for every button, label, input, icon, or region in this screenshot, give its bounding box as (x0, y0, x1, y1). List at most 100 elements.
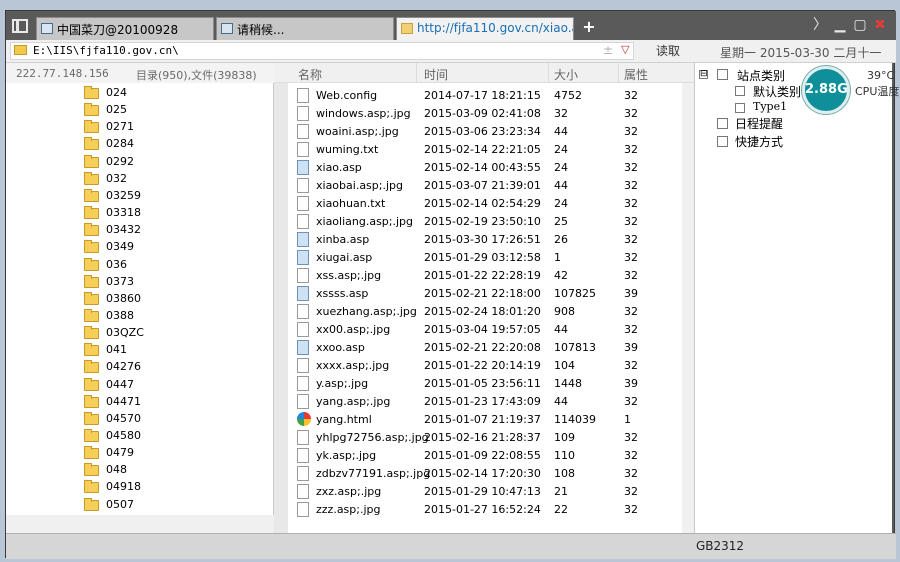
file-row[interactable]: yang.asp;.jpg 2015-01-23 17:43:09 44 32 (274, 393, 682, 411)
file-icon (297, 88, 309, 103)
file-row[interactable]: zxz.asp;.jpg 2015-01-29 10:47:13 21 32 (274, 483, 682, 501)
clock-icon (717, 118, 728, 129)
file-attr: 32 (624, 143, 638, 156)
file-row[interactable]: xinba.asp 2015-03-30 17:26:51 26 32 (274, 231, 682, 249)
collapse-icon[interactable]: ⊟ (699, 70, 708, 79)
file-attr: 32 (624, 233, 638, 246)
folder-icon (84, 480, 99, 494)
file-attr: 32 (624, 467, 638, 480)
file-row[interactable]: xiaobai.asp;.jpg 2015-03-07 21:39:01 44 32 (274, 177, 682, 195)
tree-label: Type1 (753, 100, 788, 113)
file-row[interactable]: windows.asp;.jpg 2015-03-09 02:41:08 32 32 (274, 105, 682, 123)
file-attr: 32 (624, 179, 638, 192)
close-button[interactable]: ✖ (872, 17, 888, 33)
window-icon (221, 23, 233, 34)
column-size[interactable]: 大小 (554, 66, 578, 83)
page-icon (735, 86, 745, 96)
file-time: 2015-02-21 22:18:00 (424, 287, 541, 300)
file-row[interactable]: xiaoliang.asp;.jpg 2015-02-19 23:50:10 25 3… (274, 213, 682, 231)
column-name[interactable]: 名称 (298, 66, 322, 83)
file-icon (297, 214, 309, 229)
file-row[interactable]: yk.asp;.jpg 2015-01-09 22:08:55 110 32 (274, 447, 682, 465)
path-text: E:\IIS\fjfa110.gov.cn\ (33, 44, 179, 57)
horizontal-scrollbar[interactable] (6, 515, 274, 533)
file-row[interactable]: xuezhang.asp;.jpg 2015-02-24 18:01:20 908 3… (274, 303, 682, 321)
column-attr[interactable]: 属性 (624, 66, 648, 83)
file-time: 2015-01-07 21:19:37 (424, 413, 541, 426)
file-icon (297, 268, 309, 283)
new-tab-button[interactable]: + (580, 17, 598, 37)
path-input[interactable]: E:\IIS\fjfa110.gov.cn\ ± ▽ (10, 42, 634, 60)
read-button[interactable]: 读取 (642, 42, 694, 60)
folder-name: 048 (106, 463, 127, 477)
file-name: xinba.asp (316, 233, 370, 246)
file-row[interactable]: zdbzv77191.asp;.jpg 2015-02-14 17:20:30 10… (274, 465, 682, 483)
file-rows: Web.config 2014-07-17 18:21:15 4752 32 windo… (274, 87, 682, 527)
tree-label: 快捷方式 (735, 135, 784, 149)
chevron-right-icon[interactable]: 〉 (812, 17, 828, 33)
folder-icon (401, 23, 413, 34)
dropdown-arrow-icon[interactable]: ▽ (621, 43, 629, 56)
file-row[interactable]: xiao.asp 2015-02-14 00:43:55 24 32 (274, 159, 682, 177)
folder-icon (84, 429, 99, 442)
folder-icon (84, 394, 99, 408)
folder-icon (84, 411, 99, 425)
file-row[interactable]: xx00.asp;.jpg 2015-03-04 19:57:05 44 32 (274, 321, 682, 339)
folder-icon (84, 188, 99, 202)
file-attr: 39 (624, 341, 638, 354)
file-time: 2015-02-14 00:43:55 (424, 161, 541, 174)
tab-label: http://fjfa110.gov.cn/xiao.asp (417, 21, 573, 35)
site-tree-panel: ⊟ 站点类别 默认类别 Type1 日程提醒 快捷方式 2.88G 39°C C… (694, 63, 899, 533)
file-row[interactable]: xiugai.asp 2015-01-29 03:12:58 1 32 (274, 249, 682, 267)
asp-file-icon (297, 160, 309, 175)
file-time: 2015-01-29 03:12:58 (424, 251, 541, 264)
column-divider[interactable] (416, 63, 417, 83)
file-row[interactable]: xiaohuan.txt 2015-02-14 02:54:29 24 32 (274, 195, 682, 213)
file-row[interactable]: Web.config 2014-07-17 18:21:15 4752 32 (274, 87, 682, 105)
file-row[interactable]: yang.html 2015-01-07 21:19:37 114039 1 (274, 411, 682, 429)
file-icon (297, 448, 309, 463)
minimize-button[interactable]: ▁ (832, 17, 848, 33)
folder-icon (84, 240, 99, 254)
folder-name: 03860 (106, 291, 141, 305)
folder-name: 025 (106, 103, 127, 117)
tab-loading[interactable]: 请稍候... (216, 17, 394, 40)
file-icon (297, 502, 309, 517)
folder-icon (84, 257, 99, 271)
folder-icon (84, 137, 99, 151)
maximize-button[interactable]: ▢ (852, 17, 868, 33)
tab-label: 请稍候... (237, 23, 285, 37)
file-time: 2014-07-17 18:21:15 (424, 89, 541, 102)
file-row[interactable]: zzz.asp;.jpg 2015-01-27 16:52:24 22 32 (274, 501, 682, 519)
file-size: 4752 (554, 89, 582, 102)
encoding-indicator[interactable]: GB2312 (696, 539, 744, 553)
system-menu-icon[interactable] (12, 19, 28, 33)
file-size: 26 (554, 233, 568, 246)
file-row[interactable]: xxoo.asp 2015-02-21 22:20:08 107813 39 (274, 339, 682, 357)
file-size: 24 (554, 197, 568, 210)
file-row[interactable]: wuming.txt 2015-02-14 22:21:05 24 32 (274, 141, 682, 159)
file-attr: 32 (624, 269, 638, 282)
file-row[interactable]: xxxx.asp;.jpg 2015-01-22 20:14:19 104 32 (274, 357, 682, 375)
folder-name: 0284 (106, 137, 134, 151)
plus-minus-icon[interactable]: ± (603, 43, 613, 57)
html-file-icon (297, 412, 311, 426)
file-row[interactable]: y.asp;.jpg 2015-01-05 23:56:11 1448 39 (274, 375, 682, 393)
folder-name: 036 (106, 257, 127, 271)
column-divider[interactable] (548, 63, 549, 83)
file-row[interactable]: xss.asp;.jpg 2015-01-22 22:28:19 42 32 (274, 267, 682, 285)
column-time[interactable]: 时间 (424, 66, 448, 83)
file-icon (297, 466, 309, 481)
file-name: xiaoliang.asp;.jpg (316, 215, 414, 228)
file-size: 24 (554, 161, 568, 174)
file-name: Web.config (316, 89, 378, 102)
vertical-scrollbar[interactable] (682, 83, 694, 545)
file-row[interactable]: woaini.asp;.jpg 2015-03-06 23:23:34 44 32 (274, 123, 682, 141)
file-row[interactable]: xssss.asp 2015-02-21 22:18:00 107825 39 (274, 285, 682, 303)
column-divider[interactable] (618, 63, 619, 83)
folder-icon (84, 120, 99, 134)
file-attr: 39 (624, 287, 638, 300)
tab-caidao[interactable]: 中国菜刀@20100928 (36, 17, 214, 40)
file-row[interactable]: yhlpg72756.asp;.jpg 2015-02-16 21:28:37 10… (274, 429, 682, 447)
tab-xiao-asp[interactable]: http://fjfa110.gov.cn/xiao.asp (396, 17, 574, 41)
